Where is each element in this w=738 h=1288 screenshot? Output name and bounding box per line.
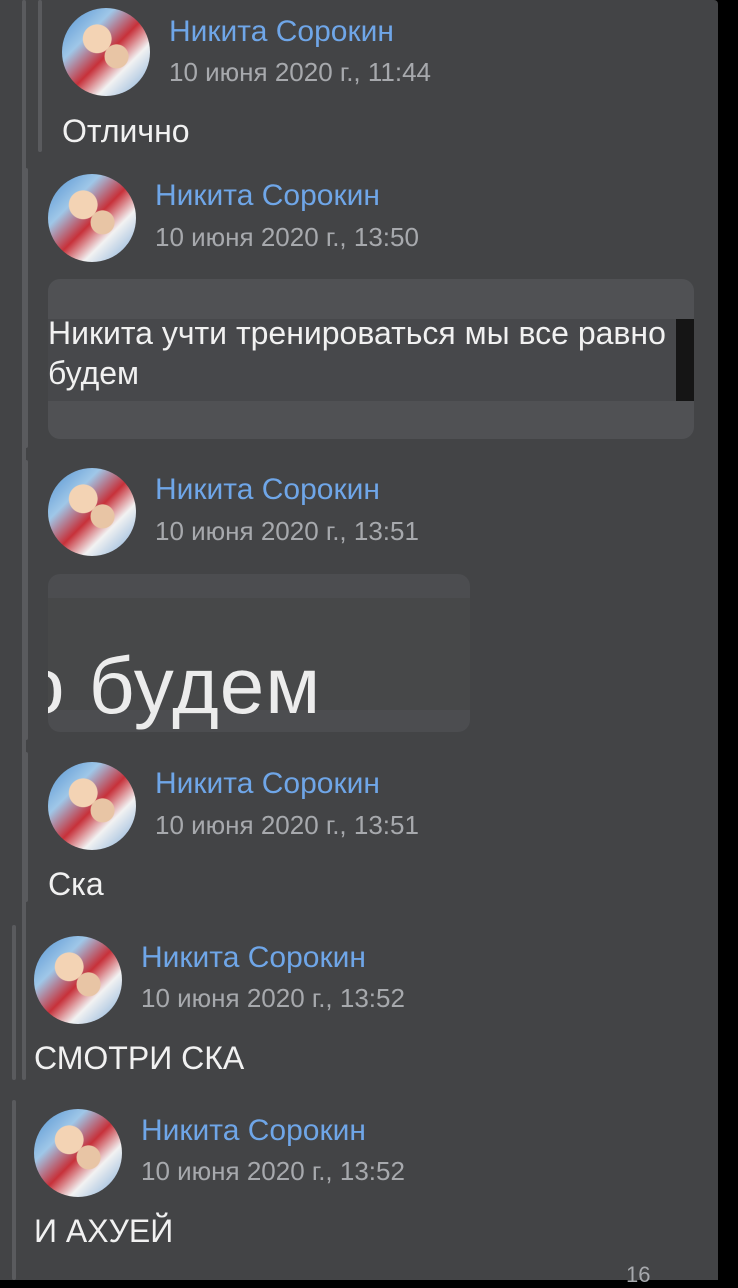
message-time: 10 июня 2020 г., 13:51 (155, 516, 419, 546)
message-time: 10 июня 2020 г., 13:51 (155, 810, 419, 840)
author-name[interactable]: Никита Сорокин (155, 472, 380, 508)
message-text: СМОТРИ СКА (34, 1040, 245, 1076)
message-text: Ска (48, 866, 104, 902)
quoted-message-card[interactable]: Никита учти тренироваться мы все равно б… (48, 279, 694, 439)
thread-line (38, 0, 42, 152)
author-name[interactable]: Никита Сорокин (155, 178, 380, 214)
right-edge-strip (718, 0, 738, 1280)
message-time: 10 июня 2020 г., 11:44 (169, 57, 432, 87)
quote-scrollbar[interactable] (676, 319, 694, 401)
image-preview-text: о будем (48, 641, 322, 730)
author-name[interactable]: Никита Сорокин (169, 14, 394, 50)
quoted-message-text: Никита учти тренироваться мы все равно б… (48, 315, 666, 391)
thread-line (12, 1100, 16, 1280)
avatar[interactable] (62, 8, 150, 96)
image-attachment[interactable]: о будем (48, 574, 470, 732)
thread-line (24, 460, 28, 740)
thread-line (24, 752, 28, 902)
avatar[interactable] (48, 468, 136, 556)
avatar[interactable] (48, 174, 136, 262)
author-name[interactable]: Никита Сорокин (141, 1113, 366, 1149)
message-time: 10 июня 2020 г., 13:52 (141, 983, 405, 1013)
avatar[interactable] (34, 936, 122, 1024)
message-text: И АХУЕЙ (34, 1213, 174, 1249)
thread-line (24, 168, 28, 448)
author-name[interactable]: Никита Сорокин (141, 940, 366, 976)
image-preview: о будем (48, 598, 470, 730)
thread-line (12, 925, 16, 1080)
author-name[interactable]: Никита Сорокин (155, 766, 380, 802)
message-text: Отлично (62, 113, 190, 149)
avatar[interactable] (48, 762, 136, 850)
chat-panel: Никита Сорокин 10 июня 2020 г., 11:44 От… (0, 0, 718, 1287)
message-time: 10 июня 2020 г., 13:52 (141, 1156, 405, 1186)
partial-counter: 16 (626, 1262, 651, 1287)
avatar[interactable] (34, 1109, 122, 1197)
message-time: 10 июня 2020 г., 13:50 (155, 222, 419, 252)
